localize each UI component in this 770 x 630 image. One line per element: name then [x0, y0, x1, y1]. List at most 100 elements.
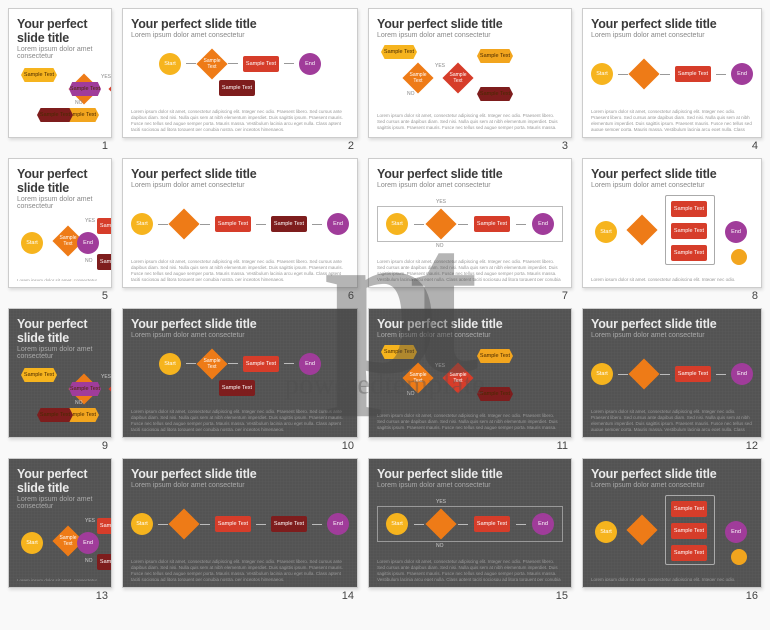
- flow-shape: Sample Text: [474, 516, 510, 532]
- slide-card: Your perfect slide titleLorem ipsum dolo…: [368, 308, 572, 438]
- slide-card: Your perfect slide title Lorem ipsum dolo…: [582, 158, 762, 288]
- flowchart-diagram: Sample TextSample TextSample TextSample …: [377, 343, 563, 409]
- slide-subtitle: Lorem ipsum dolor amet consectetur: [377, 332, 563, 339]
- connector: [660, 374, 670, 375]
- slide-thumbnail[interactable]: Your perfect slide titleLorem ipsum dolo…: [8, 308, 112, 452]
- flow-shape: Sample Text: [671, 523, 707, 539]
- connector: [186, 363, 196, 364]
- flowchart-diagram: StartSample TextSample TextSample TextEn…: [591, 193, 753, 273]
- flow-shape: Sample Text: [196, 348, 227, 379]
- flow-shape: [168, 508, 199, 539]
- slide-thumbnail[interactable]: Your perfect slide titleLorem ipsum dolo…: [122, 458, 358, 602]
- slide-card: Your perfect slide titleLorem ipsum dolo…: [8, 308, 112, 438]
- connector: [618, 74, 628, 75]
- connector: [414, 524, 424, 525]
- flow-shape: Sample Text: [97, 554, 112, 570]
- flow-shape: Sample Text: [243, 356, 279, 372]
- flow-shape: Start: [21, 232, 43, 254]
- slide-index: 16: [582, 588, 762, 602]
- flowchart-diagram: StartSample TextSample TextSample TextEn…: [17, 514, 103, 574]
- slide-title: Your perfect slide title: [377, 167, 563, 181]
- flow-shape: Sample Text: [671, 545, 707, 561]
- slide-thumbnail[interactable]: Your perfect slide titleLorem ipsum dolo…: [122, 158, 358, 302]
- slide-body-text: Lorem ipsum dolor sit amet, consectetur …: [377, 559, 563, 581]
- flow-shape: Start: [131, 213, 153, 235]
- flowchart-diagram: StartSample TextSample TextSample TextEn…: [591, 493, 753, 573]
- slide-thumbnail[interactable]: Your perfect slide titleLorem ipsum dolo…: [368, 8, 572, 152]
- slide-index: 3: [368, 138, 572, 152]
- flow-shape: [731, 249, 747, 265]
- flow-shape: Sample Text: [675, 66, 711, 82]
- slide-thumbnail[interactable]: Your perfect slide titleLorem ipsum dolo…: [582, 308, 762, 452]
- flow-shape: Sample Text: [271, 216, 307, 232]
- slide-card: Your perfect slide titleLorem ipsum dolo…: [368, 158, 572, 288]
- slide-thumbnail[interactable]: Your perfect slide titleLorem ipsum dolo…: [582, 8, 762, 152]
- slide-title: Your perfect slide title: [591, 167, 753, 181]
- slide-body-text: Lorem ipsum dolor sit amet, consectetur …: [131, 109, 349, 131]
- slide-thumbnail[interactable]: Your perfect slide titleLorem ipsum dolo…: [582, 458, 762, 602]
- slide-subtitle: Lorem ipsum dolor amet consectetur: [131, 182, 349, 189]
- slide-card: Your perfect slide titleLorem ipsum dolo…: [122, 458, 358, 588]
- connector: [618, 374, 628, 375]
- flow-shape: Sample Text: [381, 45, 417, 59]
- slide-subtitle: Lorem ipsum dolor amet consectetur: [17, 196, 103, 210]
- flow-shape: Sample Text: [671, 223, 707, 239]
- slide-index: 7: [368, 288, 572, 302]
- slide-body-text: Lorem ipsum dolor sit amet, consectetur …: [17, 578, 103, 581]
- slide-index: 14: [122, 588, 358, 602]
- slide-thumbnail[interactable]: Your perfect slide title Lorem ipsum dolo…: [582, 158, 762, 302]
- flow-shape: Start: [21, 532, 43, 554]
- connector: [312, 224, 322, 225]
- slide-thumbnail[interactable]: Your perfect slide titleLorem ipsum dolo…: [8, 458, 112, 602]
- slide-body-text: Lorem ipsum dolor sit amet, consectetur …: [591, 577, 753, 581]
- flow-shape: Sample Text: [215, 216, 251, 232]
- slide-title: Your perfect slide title: [17, 317, 103, 345]
- slide-thumbnail[interactable]: Your perfect slide titleLorem ipsum dolo…: [8, 8, 112, 152]
- flow-shape: Start: [159, 353, 181, 375]
- connector: [158, 524, 168, 525]
- slide-thumbnail[interactable]: Your perfect slide titleLorem ipsum dolo…: [122, 8, 358, 152]
- flow-shape: Sample Text: [671, 245, 707, 261]
- connector: [458, 224, 468, 225]
- slide-card: Your perfect slide titleLorem ipsum dolo…: [122, 158, 358, 288]
- slide-title: Your perfect slide title: [591, 17, 753, 31]
- flow-shape: [425, 508, 456, 539]
- slide-body-text: Lorem ipsum dolor sit amet, consectetur …: [591, 409, 753, 431]
- slide-index: 9: [8, 438, 112, 452]
- slide-title: Your perfect slide title: [377, 467, 563, 481]
- slide-subtitle: Lorem ipsum dolor amet consectetur: [377, 32, 563, 39]
- flow-shape: End: [77, 232, 99, 254]
- connector: [312, 524, 322, 525]
- slide-card: Your perfect slide titleLorem ipsum dolo…: [582, 308, 762, 438]
- slide-index: 11: [368, 438, 572, 452]
- flow-shape: [628, 58, 659, 89]
- slide-index: 4: [582, 138, 762, 152]
- flow-shape: [425, 208, 456, 239]
- flowchart-diagram: StartSample TextEnd: [591, 43, 753, 105]
- flow-shape: Start: [595, 521, 617, 543]
- slide-body-text: Lorem ipsum dolor sit amet, consectetur …: [377, 259, 563, 281]
- flow-shape: End: [299, 353, 321, 375]
- flowchart-diagram: Sample TextSample TextSample TextSample …: [17, 364, 103, 432]
- slide-card: Your perfect slide titleLorem ipsum dolo…: [368, 458, 572, 588]
- slide-thumbnail[interactable]: Your perfect slide titleLorem ipsum dolo…: [368, 458, 572, 602]
- slide-index: 15: [368, 588, 572, 602]
- slide-subtitle: Lorem ipsum dolor amet consectetur: [377, 182, 563, 189]
- slide-subtitle: Lorem ipsum dolor amet consectetur: [131, 482, 349, 489]
- slide-subtitle: Lorem ipsum dolor amet consectetur: [377, 482, 563, 489]
- flowchart-diagram: StartSample TextSample TextEnd: [131, 493, 349, 555]
- slide-thumbnail[interactable]: Your perfect slide titleLorem ipsum dolo…: [368, 308, 572, 452]
- flow-shape: Sample Text: [381, 345, 417, 359]
- slide-body-text: Lorem ipsum dolor sit amet, consectetur …: [591, 277, 753, 281]
- flow-shape: End: [725, 521, 747, 543]
- slide-thumbnail[interactable]: Your perfect slide titleLorem ipsum dolo…: [8, 158, 112, 302]
- slide-card: Your perfect slide titleLorem ipsum dolo…: [122, 8, 358, 138]
- slide-thumbnail[interactable]: Your perfect slide titleLorem ipsum dolo…: [122, 308, 358, 452]
- flow-shape: End: [532, 213, 554, 235]
- connector: [516, 524, 526, 525]
- flow-shape: Start: [131, 513, 153, 535]
- slide-thumbnail[interactable]: Your perfect slide titleLorem ipsum dolo…: [368, 158, 572, 302]
- slide-card: Your perfect slide titleLorem ipsum dolo…: [582, 8, 762, 138]
- flowchart-diagram: StartSample TextSample TextEndSample Tex…: [131, 343, 349, 405]
- connector: [716, 374, 726, 375]
